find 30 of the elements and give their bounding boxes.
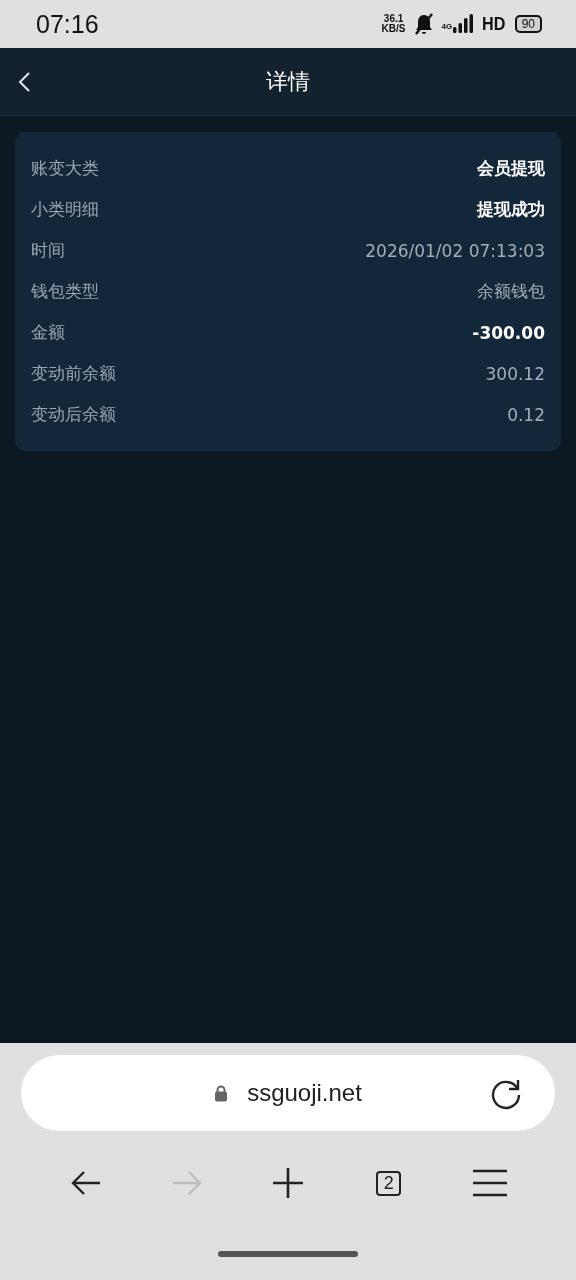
detail-value: 提现成功 [477, 198, 545, 221]
tab-count-button[interactable]: 2 [376, 1170, 402, 1196]
detail-label: 小类明细 [31, 198, 99, 221]
detail-value: 会员提现 [477, 157, 545, 180]
detail-label: 变动后余额 [31, 403, 116, 426]
signal-icon [453, 13, 474, 35]
detail-label: 钱包类型 [31, 280, 99, 303]
battery-indicator: 90 [514, 15, 542, 33]
lock-icon [214, 1084, 229, 1102]
detail-label: 时间 [31, 239, 65, 262]
detail-label: 金额 [31, 321, 65, 344]
detail-value: 0.12 [507, 404, 545, 425]
page-title: 详情 [266, 67, 310, 96]
back-icon[interactable] [17, 71, 31, 93]
plus-icon[interactable] [272, 1167, 304, 1199]
address-bar[interactable]: ssguoji.net [21, 1055, 555, 1131]
menu-icon[interactable] [471, 1169, 508, 1197]
detail-value: -300.00 [472, 322, 545, 343]
url-text: ssguoji.net [247, 1079, 362, 1107]
detail-value: 300.12 [485, 363, 545, 384]
detail-label: 变动前余额 [31, 362, 116, 385]
detail-value: 余额钱包 [477, 280, 545, 303]
network-speed: 36.1 KB/S [381, 14, 406, 34]
detail-label: 账变大类 [31, 157, 99, 180]
network-type: 4G [441, 22, 453, 31]
muted-bell-icon [412, 12, 435, 36]
status-time: 07:16 [36, 9, 99, 39]
back-arrow-icon[interactable] [70, 1169, 103, 1197]
detail-value: 2026/01/02 07:13:03 [365, 240, 545, 261]
hd-indicator: HD [482, 13, 506, 35]
